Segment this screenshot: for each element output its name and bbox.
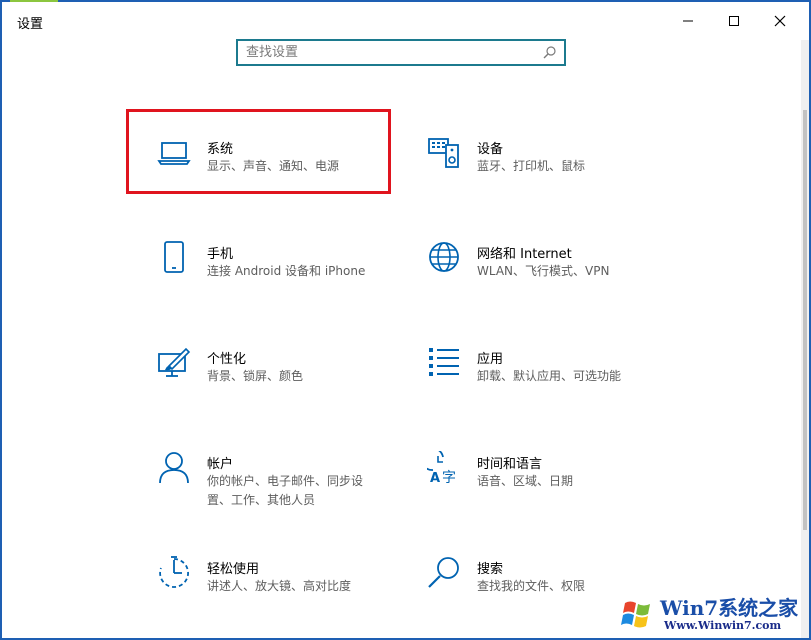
tile-devices-label: 设备	[477, 142, 504, 157]
paint-monitor-icon	[158, 347, 191, 377]
tile-ease-of-access[interactable]: 轻松使用 讲述人、放大镜、高对比度	[157, 556, 407, 626]
globe-icon	[429, 242, 459, 272]
tile-phone[interactable]: 手机 连接 Android 设备和 iPhone	[157, 241, 407, 311]
tile-accounts-desc: 你的帐户、电子邮件、同步设置、工作、其他人员	[207, 474, 364, 507]
settings-window: 设置 系统 显示、声音、通知、电源	[2, 2, 809, 638]
tile-personalization-label: 个性化	[207, 352, 247, 367]
minimize-icon	[683, 20, 693, 22]
highlight-box	[126, 109, 391, 194]
tile-network-label: 网络和 Internet	[477, 247, 572, 262]
clock-language-icon: A 字	[427, 451, 456, 485]
scrollbar[interactable]	[801, 40, 809, 638]
list-icon	[429, 348, 459, 376]
close-button[interactable]	[757, 2, 803, 40]
timer-icon	[159, 556, 189, 588]
watermark-title: Win7系统之家	[660, 596, 799, 620]
maximize-icon	[729, 16, 739, 26]
scrollbar-thumb[interactable]	[803, 110, 807, 530]
tile-accounts-label: 帐户	[207, 457, 234, 472]
tile-apps-label: 应用	[477, 352, 504, 367]
tile-personalization[interactable]: 个性化 背景、锁屏、颜色	[157, 346, 407, 416]
tile-accounts[interactable]: 帐户 你的帐户、电子邮件、同步设置、工作、其他人员	[157, 451, 407, 521]
maximize-button[interactable]	[711, 2, 757, 40]
tile-apps-desc: 卸载、默认应用、可选功能	[477, 369, 622, 383]
search-icon[interactable]	[543, 46, 556, 59]
tile-search-label: 搜索	[477, 562, 504, 577]
watermark: Win7系统之家 Www.Winwin7.com	[612, 588, 810, 640]
svg-text:字: 字	[442, 470, 456, 485]
minimize-button[interactable]	[665, 2, 711, 40]
magnifier-icon	[428, 557, 459, 588]
phone-icon	[164, 241, 184, 273]
windows-logo-icon	[616, 593, 658, 635]
tile-phone-desc: 连接 Android 设备和 iPhone	[207, 264, 366, 278]
tile-network-desc: WLAN、飞行模式、VPN	[477, 264, 610, 278]
keyboard-speaker-icon	[428, 138, 459, 168]
tile-ease-of-access-label: 轻松使用	[207, 562, 260, 577]
tile-devices[interactable]: 设备 蓝牙、打印机、鼠标	[427, 136, 677, 206]
tile-phone-label: 手机	[207, 247, 234, 262]
title-bar: 设置	[2, 2, 809, 40]
tile-personalization-desc: 背景、锁屏、颜色	[207, 369, 304, 383]
close-icon	[774, 15, 786, 27]
tile-ease-of-access-desc: 讲述人、放大镜、高对比度	[207, 579, 352, 593]
tile-time-language-label: 时间和语言	[477, 457, 543, 472]
tile-time-language[interactable]: A 字 时间和语言 语音、区域、日期	[427, 451, 677, 521]
search-input[interactable]	[246, 43, 536, 62]
search-box[interactable]	[236, 39, 566, 66]
watermark-url: Www.Winwin7.com	[664, 619, 782, 632]
person-icon	[159, 452, 189, 484]
window-title: 设置	[17, 17, 44, 32]
tile-apps[interactable]: 应用 卸载、默认应用、可选功能	[427, 346, 677, 416]
tile-time-language-desc: 语音、区域、日期	[477, 474, 574, 488]
tile-network[interactable]: 网络和 Internet WLAN、飞行模式、VPN	[427, 241, 677, 311]
tile-devices-desc: 蓝牙、打印机、鼠标	[477, 159, 586, 173]
svg-text:A: A	[430, 471, 440, 485]
